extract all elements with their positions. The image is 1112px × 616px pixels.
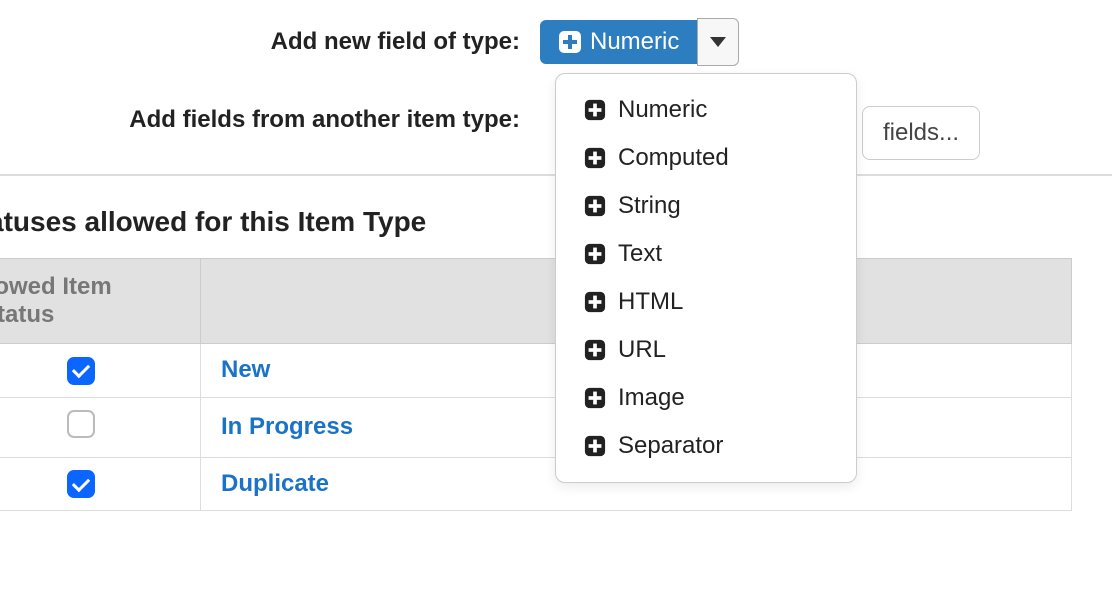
field-type-dropdown-menu: Numeric Computed String Text HTML URL Im… [555, 73, 857, 483]
table-row: Duplicate [0, 457, 1072, 511]
dropdown-item-html[interactable]: HTML [556, 278, 856, 326]
status-checkbox[interactable] [67, 357, 95, 385]
add-field-button-label: Numeric [590, 28, 679, 56]
dropdown-item-label: Computed [618, 144, 729, 172]
dropdown-item-url[interactable]: URL [556, 326, 856, 374]
dropdown-item-numeric[interactable]: Numeric [556, 86, 856, 134]
status-checkbox[interactable] [67, 470, 95, 498]
plus-icon [584, 147, 606, 169]
status-link[interactable]: Duplicate [221, 470, 329, 497]
plus-icon [584, 243, 606, 265]
dropdown-item-label: String [618, 192, 681, 220]
dropdown-item-label: Separator [618, 432, 723, 460]
dropdown-item-label: Text [618, 240, 662, 268]
plus-icon [584, 99, 606, 121]
label-import-fields: Add fields from another item type: [0, 106, 520, 134]
dropdown-item-separator[interactable]: Separator [556, 422, 856, 470]
plus-icon [584, 291, 606, 313]
dropdown-item-computed[interactable]: Computed [556, 134, 856, 182]
dropdown-item-string[interactable]: String [556, 182, 856, 230]
table-row: In Progress [0, 397, 1072, 457]
table-row: New [0, 344, 1072, 398]
plus-icon [558, 30, 582, 54]
plus-icon [584, 387, 606, 409]
chevron-down-icon [710, 37, 726, 47]
add-field-button[interactable]: Numeric [540, 20, 697, 64]
dropdown-item-label: Image [618, 384, 685, 412]
statuses-table: llowed Item Status New In Progress Dupli… [0, 258, 1072, 511]
import-fields-button-label: fields... [883, 119, 959, 146]
plus-icon [584, 339, 606, 361]
column-header-allowed: llowed Item Status [0, 259, 201, 344]
import-fields-button[interactable]: fields... [862, 106, 980, 160]
dropdown-item-label: URL [618, 336, 666, 364]
status-link[interactable]: New [221, 356, 270, 383]
status-checkbox[interactable] [67, 410, 95, 438]
status-link[interactable]: In Progress [221, 413, 353, 440]
dropdown-item-label: HTML [618, 288, 683, 316]
label-add-field-type: Add new field of type: [0, 28, 520, 56]
dropdown-item-text[interactable]: Text [556, 230, 856, 278]
dropdown-item-image[interactable]: Image [556, 374, 856, 422]
plus-icon [584, 435, 606, 457]
dropdown-item-label: Numeric [618, 96, 707, 124]
plus-icon [584, 195, 606, 217]
field-type-dropdown-toggle[interactable] [697, 18, 739, 66]
